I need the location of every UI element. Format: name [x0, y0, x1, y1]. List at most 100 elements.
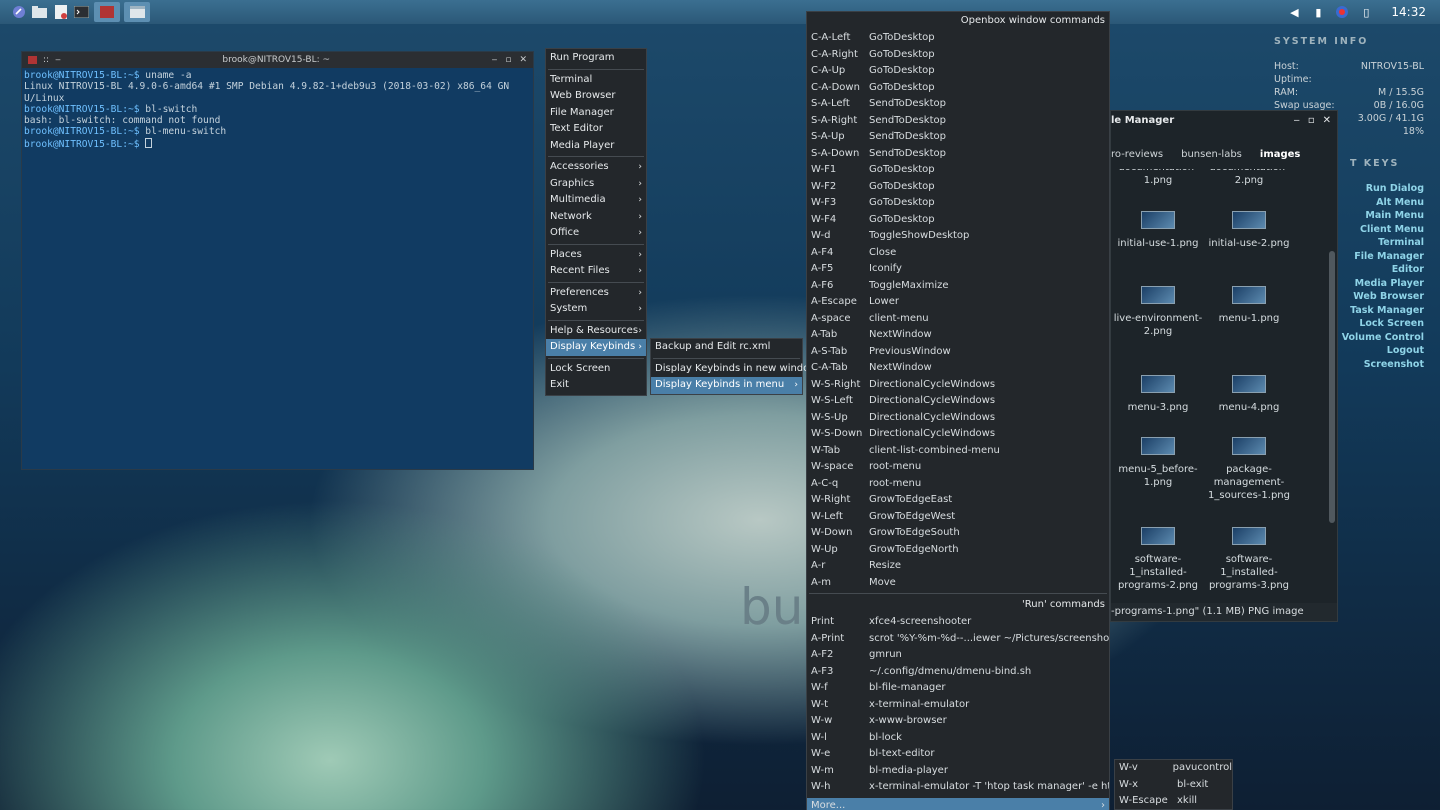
keybind-row[interactable]: W-S-Left DirectionalCycleWindows	[807, 393, 1109, 410]
keybind-row[interactable]: S-A-Down SendToDesktop	[807, 146, 1109, 163]
menu-item-places[interactable]: Places ›	[546, 247, 646, 264]
keybind-row[interactable]: W-F3 GoToDesktop	[807, 195, 1109, 212]
file-manager-window[interactable]: le Manager ‒ ▫ ✕ ro-reviews bunsen-labs im…	[1110, 110, 1338, 622]
keybind-row[interactable]: A-F4 Close	[807, 245, 1109, 262]
file-item[interactable]: initial-use-2.png	[1204, 211, 1294, 250]
file-item[interactable]: menu-5_before-1.png	[1113, 437, 1203, 489]
keybind-row[interactable]: C-A-Left GoToDesktop	[807, 30, 1109, 47]
keybind-row[interactable]: S-A-Left SendToDesktop	[807, 96, 1109, 113]
shortcut-label[interactable]: Editor	[1392, 264, 1424, 275]
keybind-row[interactable]: W-h x-terminal-emulator -T 'htop task man…	[807, 779, 1109, 796]
keybind-row[interactable]: W-f bl-file-manager	[807, 680, 1109, 697]
keybind-row[interactable]: W-F1 GoToDesktop	[807, 162, 1109, 179]
file-manager-icon[interactable]	[31, 5, 48, 20]
keybind-row[interactable]: A-space client-menu	[807, 311, 1109, 328]
shortcut-label[interactable]: Main Menu	[1365, 210, 1424, 221]
keybind-row[interactable]: S-A-Right SendToDesktop	[807, 113, 1109, 130]
submenu-item[interactable]: Display Keybinds in new window	[651, 361, 817, 378]
keybind-row[interactable]: A-m Move	[807, 575, 1109, 592]
menu-item-text-editor[interactable]: Text Editor	[546, 121, 646, 138]
keybind-row[interactable]: W-F2 GoToDesktop	[807, 179, 1109, 196]
filemanager-task-icon[interactable]	[124, 2, 150, 22]
keybind-row[interactable]: A-C-q root-menu	[807, 476, 1109, 493]
menu-item-file-manager[interactable]: File Manager	[546, 105, 646, 122]
keybind-row[interactable]: W-space root-menu	[807, 459, 1109, 476]
menu-item-media-player[interactable]: Media Player	[546, 138, 646, 155]
scrollbar[interactable]	[1329, 251, 1335, 523]
keybind-row[interactable]: S-A-Up SendToDesktop	[807, 129, 1109, 146]
shortcut-label[interactable]: Lock Screen	[1359, 318, 1424, 329]
keybind-row[interactable]: W-w x-www-browser	[807, 713, 1109, 730]
menu-item-lock-screen[interactable]: Lock Screen	[546, 361, 646, 378]
file-item[interactable]: documentation-2.png	[1204, 169, 1294, 187]
shortcut-label[interactable]: Client Menu	[1360, 224, 1424, 235]
text-editor-icon[interactable]	[52, 5, 69, 20]
menu-item-web-browser[interactable]: Web Browser	[546, 88, 646, 105]
keybind-row[interactable]: W-Left GrowToEdgeWest	[807, 509, 1109, 526]
file-item[interactable]: software-1_installed-programs-3.png	[1204, 527, 1294, 592]
keybind-row[interactable]: A-F5 Iconify	[807, 261, 1109, 278]
menu-item-recent-files[interactable]: Recent Files ›	[546, 263, 646, 280]
terminal-output[interactable]: brook@NITROV15-BL:~$ uname -a Linux NITRO…	[22, 68, 533, 152]
tab-ro-reviews[interactable]: ro-reviews	[1111, 149, 1163, 167]
battery-icon[interactable]: ▮	[1311, 5, 1325, 19]
menu-item-run-program[interactable]: Run Program	[546, 50, 646, 67]
keybind-row[interactable]: W-Tab client-list-combined-menu	[807, 443, 1109, 460]
keybind-row[interactable]: W-l bl-lock	[807, 730, 1109, 747]
keybind-row[interactable]: A-Print scrot '%Y-%m-%d--...iewer ~/Pictu…	[807, 631, 1109, 648]
terminal-task-icon[interactable]	[94, 2, 120, 22]
keybind-row[interactable]: W-Up GrowToEdgeNorth	[807, 542, 1109, 559]
keybind-row[interactable]: C-A-Tab NextWindow	[807, 360, 1109, 377]
more-menu-item[interactable]: More... ›	[807, 797, 1109, 810]
menu-item-multimedia[interactable]: Multimedia ›	[546, 192, 646, 209]
shortcut-label[interactable]: Logout	[1387, 345, 1424, 356]
file-item[interactable]: package-management-1_sources-1.png	[1204, 437, 1294, 502]
keybind-row[interactable]: W-m bl-media-player	[807, 763, 1109, 780]
keybind-row[interactable]: C-A-Right GoToDesktop	[807, 47, 1109, 64]
volume-icon[interactable]: ◀	[1287, 5, 1301, 19]
terminal-launcher-icon[interactable]	[73, 5, 90, 20]
shortcut-label[interactable]: Task Manager	[1350, 305, 1424, 316]
keybind-row[interactable]: W-t x-terminal-emulator	[807, 697, 1109, 714]
shortcut-label[interactable]: File Manager	[1354, 251, 1424, 262]
keybind-row[interactable]: W-d ToggleShowDesktop	[807, 228, 1109, 245]
clipboard-icon[interactable]: ▯	[1359, 5, 1373, 19]
keybind-row[interactable]: Print xfce4-screenshooter	[807, 614, 1109, 631]
keybind-row[interactable]: A-Tab NextWindow	[807, 327, 1109, 344]
keybind-row[interactable]: W-Escape xkill	[1115, 793, 1232, 810]
keybind-row[interactable]: A-F6 ToggleMaximize	[807, 278, 1109, 295]
close-icon[interactable]: ✕	[519, 55, 527, 65]
menu-item-terminal[interactable]: Terminal	[546, 72, 646, 89]
file-item[interactable]: menu-3.png	[1113, 375, 1203, 414]
shortcut-label[interactable]: Terminal	[1378, 237, 1424, 248]
shortcut-label[interactable]: Volume Control	[1342, 332, 1424, 343]
window-menu-icon[interactable]: ::	[43, 55, 49, 65]
keybind-row[interactable]: W-S-Up DirectionalCycleWindows	[807, 410, 1109, 427]
keybind-row[interactable]: C-A-Down GoToDesktop	[807, 80, 1109, 97]
terminal-titlebar[interactable]: :: ‒ brook@NITROV15-BL: ~ ‒ ▫ ✕	[22, 52, 533, 68]
minimize-icon[interactable]: ‒	[492, 55, 498, 65]
menu-launcher-icon[interactable]	[10, 5, 27, 20]
network-icon[interactable]	[1335, 5, 1349, 19]
keybind-row[interactable]: W-x bl-exit	[1115, 777, 1232, 794]
menu-item-exit[interactable]: Exit	[546, 377, 646, 394]
keybind-row[interactable]: A-S-Tab PreviousWindow	[807, 344, 1109, 361]
keybind-row[interactable]: C-A-Up GoToDesktop	[807, 63, 1109, 80]
menu-item-system[interactable]: System ›	[546, 301, 646, 318]
file-item[interactable]: software-1_installed-programs-2.png	[1113, 527, 1203, 592]
keybind-row[interactable]: W-F4 GoToDesktop	[807, 212, 1109, 229]
shortcut-label[interactable]: Media Player	[1355, 278, 1424, 289]
file-item[interactable]: initial-use-1.png	[1113, 211, 1203, 250]
keybind-row[interactable]: W-v pavucontrol	[1115, 760, 1232, 777]
terminal-window[interactable]: :: ‒ brook@NITROV15-BL: ~ ‒ ▫ ✕ brook@NI…	[21, 51, 534, 470]
tab-bunsen-labs[interactable]: bunsen-labs	[1181, 149, 1242, 167]
file-item[interactable]: menu-1.png	[1204, 286, 1294, 325]
shortcut-label[interactable]: Run Dialog	[1366, 183, 1424, 194]
submenu-item[interactable]: Display Keybinds in menu ›	[651, 377, 802, 394]
keybind-row[interactable]: W-S-Down DirectionalCycleWindows	[807, 426, 1109, 443]
shortcut-label[interactable]: Web Browser	[1353, 291, 1424, 302]
menu-item-help-resources[interactable]: Help & Resources ›	[546, 323, 646, 340]
keybind-row[interactable]: A-F3 ~/.config/dmenu/dmenu-bind.sh	[807, 664, 1109, 681]
shortcut-label[interactable]: Screenshot	[1364, 359, 1424, 370]
menu-item-network[interactable]: Network ›	[546, 209, 646, 226]
